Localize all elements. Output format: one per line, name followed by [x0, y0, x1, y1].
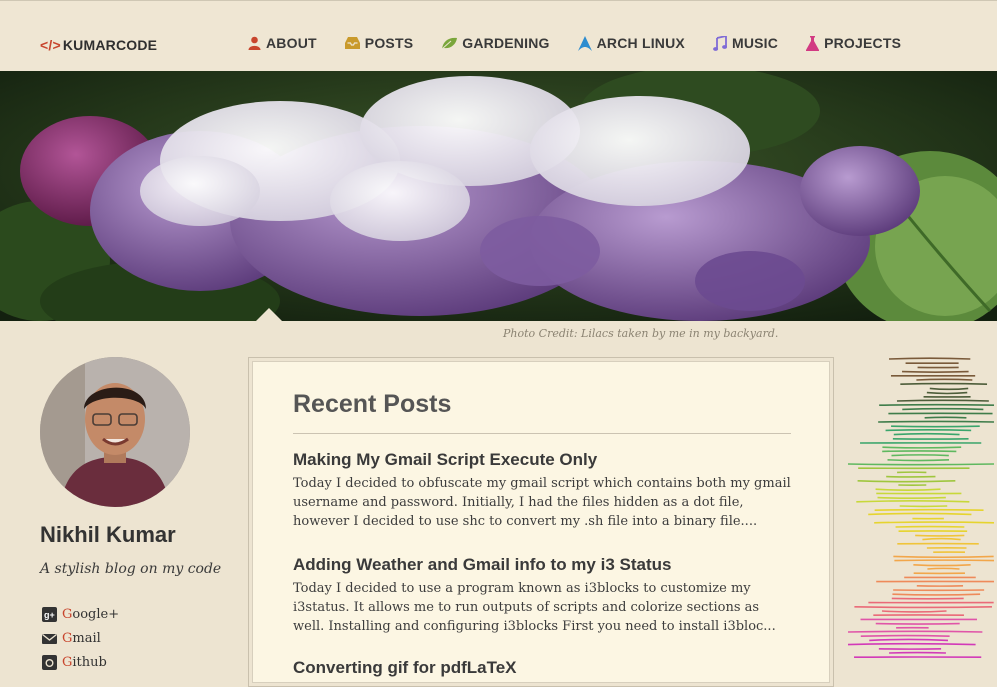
post-title-link[interactable]: Adding Weather and Gmail info to my i3 S… — [293, 555, 793, 575]
squiggle-stroke — [874, 522, 994, 523]
post-excerpt: Today I decided to obfuscate my gmail sc… — [293, 474, 793, 531]
social-label: ithub — [72, 655, 106, 670]
photo-credit: Photo Credit: Lilacs taken by me in my b… — [503, 327, 778, 340]
social-link-github[interactable]: Github — [42, 650, 119, 674]
avatar — [40, 357, 190, 507]
squiggle-stroke — [848, 631, 982, 632]
social-links: g+ Google+ Gmail Github — [42, 602, 119, 674]
divider — [293, 433, 791, 434]
social-label-initial: G — [62, 631, 72, 646]
squiggle-stroke — [897, 400, 989, 401]
recent-posts-card: Recent Posts Making My Gmail Script Exec… — [248, 357, 834, 687]
squiggle-stroke — [889, 358, 970, 359]
post-title-link[interactable]: Making My Gmail Script Execute Only — [293, 450, 793, 470]
nav-label: POSTS — [365, 35, 413, 51]
code-icon: </> — [40, 37, 61, 53]
squiggle-stroke — [916, 379, 972, 380]
nav-label: ABOUT — [266, 35, 317, 51]
squiggle-stroke — [878, 421, 994, 422]
squiggle-stroke — [876, 489, 941, 490]
decorative-squiggle-art — [846, 355, 996, 668]
top-navigation-bar: </>KUMARCODE ABOUT POSTS GARDENING ARCH … — [0, 0, 997, 71]
site-logo-text: KUMARCODE — [63, 37, 157, 53]
mail-icon — [42, 631, 57, 646]
squiggle-stroke — [856, 501, 969, 502]
post-item: Converting gif for pdfLaTeX — [293, 658, 793, 682]
post-item: Making My Gmail Script Execute Only Toda… — [293, 450, 793, 531]
social-link-google-plus[interactable]: g+ Google+ — [42, 602, 119, 626]
nav-item-posts[interactable]: POSTS — [345, 35, 413, 51]
author-name: Nikhil Kumar — [40, 522, 176, 548]
social-link-gmail[interactable]: Gmail — [42, 626, 119, 650]
squiggle-stroke — [878, 498, 946, 499]
post-excerpt: Today I decided to use a program known a… — [293, 579, 793, 636]
squiggle-stroke — [894, 434, 960, 435]
squiggle-stroke — [922, 539, 960, 540]
flask-icon — [806, 36, 819, 51]
main-nav: ABOUT POSTS GARDENING ARCH LINUX MUSIC — [248, 35, 929, 51]
squiggle-stroke — [861, 636, 950, 637]
squiggle-stroke — [888, 460, 950, 461]
social-label: oogle+ — [72, 607, 119, 622]
section-title: Recent Posts — [293, 390, 451, 419]
squiggle-stroke — [900, 384, 987, 385]
hero-lilac-image — [0, 71, 997, 321]
nav-label: PROJECTS — [824, 35, 901, 51]
squiggle-stroke — [902, 372, 969, 373]
leaf-icon — [441, 37, 457, 50]
hero-pointer-notch — [256, 308, 282, 321]
squiggle-stroke — [893, 556, 993, 557]
svg-text:g+: g+ — [44, 610, 55, 620]
nav-item-music[interactable]: MUSIC — [713, 35, 778, 51]
nav-item-about[interactable]: ABOUT — [248, 35, 317, 51]
user-icon — [248, 36, 261, 50]
social-label-initial: G — [62, 607, 72, 622]
google-plus-icon: g+ — [42, 607, 57, 622]
squiggle-stroke — [892, 594, 980, 595]
squiggle-stroke — [868, 513, 971, 514]
music-icon — [713, 36, 727, 51]
squiggle-stroke — [925, 417, 967, 418]
nav-item-projects[interactable]: PROJECTS — [806, 35, 901, 51]
squiggle-stroke — [915, 535, 964, 536]
squiggle-stroke — [869, 639, 948, 640]
post-title-link[interactable]: Converting gif for pdfLaTeX — [293, 658, 793, 678]
social-label-initial: G — [62, 655, 72, 670]
nav-label: ARCH LINUX — [597, 35, 685, 51]
squiggle-stroke — [927, 568, 959, 569]
squiggle-stroke — [848, 644, 976, 645]
site-logo[interactable]: </>KUMARCODE — [40, 37, 157, 53]
arch-icon — [578, 36, 592, 51]
squiggle-stroke — [882, 447, 961, 448]
squiggle-stroke — [848, 464, 994, 465]
squiggle-stroke — [891, 455, 948, 456]
post-item: Adding Weather and Gmail info to my i3 S… — [293, 555, 793, 636]
squiggle-stroke — [927, 393, 967, 394]
squiggle-stroke — [891, 426, 980, 427]
nav-item-gardening[interactable]: GARDENING — [441, 35, 549, 51]
author-tagline: A stylish blog on my code — [40, 561, 221, 577]
squiggle-stroke — [902, 409, 983, 410]
squiggle-stroke — [854, 607, 992, 608]
nav-label: GARDENING — [462, 35, 549, 51]
inbox-icon — [345, 37, 360, 49]
social-label: mail — [72, 631, 100, 646]
squiggle-stroke — [858, 481, 956, 482]
squiggle-stroke — [886, 430, 972, 431]
squiggle-stroke — [913, 565, 970, 566]
squiggle-stroke — [879, 405, 994, 406]
squiggle-stroke — [875, 510, 984, 511]
github-icon — [42, 655, 57, 670]
nav-label: MUSIC — [732, 35, 778, 51]
recent-posts-panel: Recent Posts Making My Gmail Script Exec… — [252, 361, 830, 683]
squiggle-stroke — [930, 388, 968, 389]
nav-item-arch-linux[interactable]: ARCH LINUX — [578, 35, 685, 51]
squiggle-stroke — [882, 611, 947, 612]
